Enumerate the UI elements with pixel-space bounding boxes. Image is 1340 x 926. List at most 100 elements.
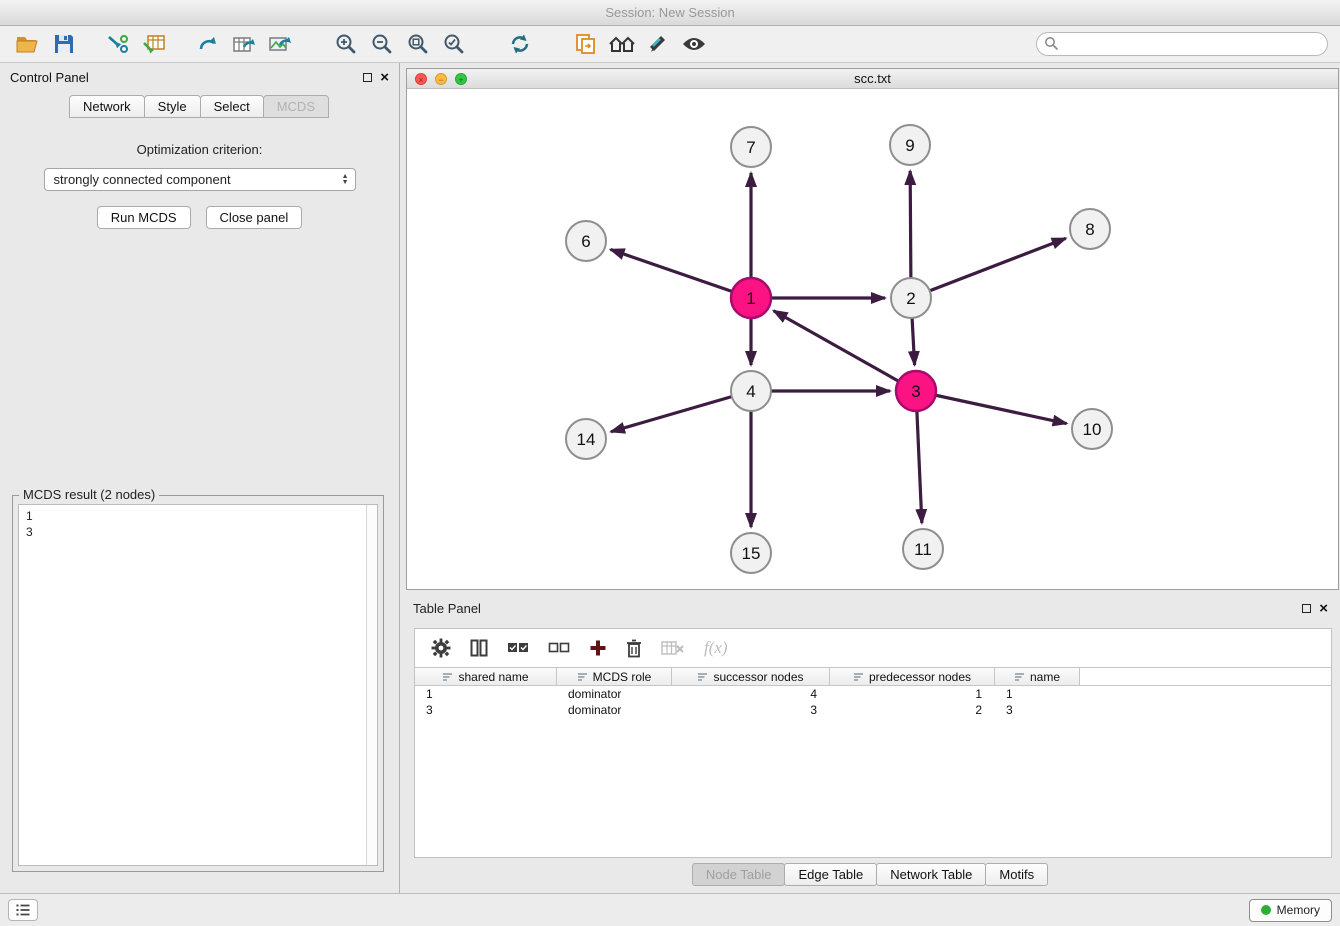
mcds-result-line: 1	[26, 508, 359, 524]
delete-table-button[interactable]	[661, 640, 685, 656]
control-tab-mcds[interactable]: MCDS	[263, 95, 329, 118]
close-table-panel-icon[interactable]: ×	[1319, 601, 1328, 616]
graph-edge-4-14[interactable]	[611, 391, 751, 432]
graph-edge-2-8[interactable]	[911, 238, 1066, 298]
app-window: Session: New Session	[0, 0, 1340, 926]
graph-node-4[interactable]: 4	[731, 371, 771, 411]
network-window-titlebar: scc.txt × − +	[407, 69, 1338, 89]
svg-text:10: 10	[1083, 420, 1102, 439]
graph-edge-3-10[interactable]	[916, 391, 1067, 424]
graph-node-8[interactable]: 8	[1070, 209, 1110, 249]
graph-node-6[interactable]: 6	[566, 221, 606, 261]
clone-network-button[interactable]	[570, 29, 602, 59]
refresh-view-button[interactable]	[504, 29, 536, 59]
table-cell[interactable]: 3	[415, 702, 557, 718]
table-cell[interactable]: dominator	[557, 686, 672, 702]
function-builder-button[interactable]: f(x)	[704, 638, 728, 658]
zoom-fit-button[interactable]	[402, 29, 434, 59]
delete-row-button[interactable]	[626, 639, 642, 658]
table-panel: Table Panel ×	[401, 595, 1340, 893]
graph-node-3[interactable]: 3	[896, 371, 936, 411]
export-table-icon	[232, 33, 256, 55]
memory-button[interactable]: Memory	[1249, 899, 1332, 922]
table-row[interactable]: 1dominator411	[415, 686, 1331, 702]
column-header-MCDS-role[interactable]: MCDS role	[557, 668, 672, 685]
table-cell[interactable]: 2	[830, 702, 995, 718]
export-table-button[interactable]	[228, 29, 260, 59]
column-header-shared-name[interactable]: shared name	[415, 668, 557, 685]
houses-button[interactable]	[606, 29, 638, 59]
table-cell[interactable]: 1	[995, 686, 1080, 702]
graph-node-9[interactable]: 9	[890, 125, 930, 165]
import-network-button[interactable]	[102, 29, 134, 59]
export-network-button[interactable]	[192, 29, 224, 59]
column-header-name[interactable]: name	[995, 668, 1080, 685]
result-scrollbar[interactable]	[366, 505, 377, 865]
table-cell[interactable]: 3	[672, 702, 830, 718]
float-table-panel-icon[interactable]	[1302, 604, 1311, 613]
houses-icon	[608, 34, 636, 54]
zoom-out-button[interactable]	[366, 29, 398, 59]
graph-node-7[interactable]: 7	[731, 127, 771, 167]
table-tab-motifs[interactable]: Motifs	[985, 863, 1048, 886]
table-cell[interactable]: 1	[830, 686, 995, 702]
column-header-predecessor-nodes[interactable]: predecessor nodes	[830, 668, 995, 685]
column-header-successor-nodes[interactable]: successor nodes	[672, 668, 830, 685]
graph-node-11[interactable]: 11	[903, 529, 943, 569]
graph-node-14[interactable]: 14	[566, 419, 606, 459]
graph-node-15[interactable]: 15	[731, 533, 771, 573]
show-graphics-details-button[interactable]	[678, 29, 710, 59]
table-cell[interactable]: 3	[995, 702, 1080, 718]
table-tab-edge-table[interactable]: Edge Table	[784, 863, 877, 886]
run-mcds-button[interactable]: Run MCDS	[97, 206, 191, 229]
add-icon	[589, 639, 607, 657]
criterion-dropdown[interactable]: strongly connected component ▲▼	[44, 168, 356, 191]
export-image-button[interactable]	[264, 29, 296, 59]
table-tab-network-table[interactable]: Network Table	[876, 863, 986, 886]
task-history-button[interactable]	[8, 899, 38, 921]
deselect-all-button[interactable]	[548, 641, 570, 655]
import-table-button[interactable]	[138, 29, 170, 59]
graph-edge-1-6[interactable]	[611, 249, 751, 298]
apply-style-icon	[647, 33, 669, 55]
eye-icon	[681, 35, 707, 53]
zoom-selected-button[interactable]	[438, 29, 470, 59]
table-cell[interactable]: 1	[415, 686, 557, 702]
add-row-button[interactable]	[589, 639, 607, 657]
graph-node-10[interactable]: 10	[1072, 409, 1112, 449]
network-canvas[interactable]: 7 9 6 8 1 2 4 3 14 10 15 11	[407, 90, 1338, 589]
table-cell[interactable]: 4	[672, 686, 830, 702]
show-columns-button[interactable]	[470, 639, 488, 657]
table-cell[interactable]: dominator	[557, 702, 672, 718]
apply-style-button[interactable]	[642, 29, 674, 59]
svg-text:1: 1	[746, 289, 755, 308]
control-panel-title: Control Panel	[10, 70, 89, 85]
search-icon	[1044, 36, 1059, 51]
graph-node-2[interactable]: 2	[891, 278, 931, 318]
search-input[interactable]	[1036, 32, 1328, 56]
select-all-button[interactable]	[507, 641, 529, 655]
refresh-icon	[509, 33, 531, 55]
content-area: Control Panel × NetworkStyleSelectMCDS O…	[0, 63, 1340, 893]
window-titlebar: Session: New Session	[0, 0, 1340, 26]
main-toolbar	[0, 26, 1340, 63]
control-tab-style[interactable]: Style	[144, 95, 201, 118]
graph-node-1[interactable]: 1	[731, 278, 771, 318]
close-panel-icon[interactable]: ×	[380, 70, 389, 85]
window-title: Session: New Session	[605, 5, 734, 20]
graph-edge-3-1[interactable]	[774, 311, 916, 391]
table-tab-node-table[interactable]: Node Table	[692, 863, 786, 886]
float-panel-icon[interactable]	[363, 73, 372, 82]
sort-icon	[442, 672, 453, 682]
zoom-in-button[interactable]	[330, 29, 362, 59]
export-network-icon	[197, 33, 219, 55]
save-session-button[interactable]	[48, 29, 80, 59]
control-tab-network[interactable]: Network	[69, 95, 145, 118]
control-tab-select[interactable]: Select	[200, 95, 264, 118]
close-panel-button[interactable]: Close panel	[206, 206, 303, 229]
open-session-button[interactable]	[12, 29, 44, 59]
import-network-icon	[106, 33, 130, 55]
table-settings-button[interactable]	[431, 638, 451, 658]
mcds-result-text[interactable]: 13	[19, 505, 366, 865]
table-row[interactable]: 3dominator323	[415, 702, 1331, 718]
